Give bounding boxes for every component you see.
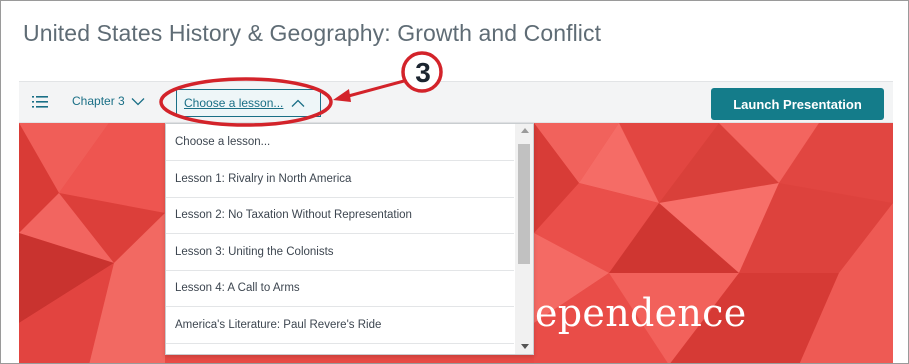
lesson-option[interactable]: Lesson 3: Uniting the Colonists xyxy=(166,234,514,271)
scroll-down-arrow-icon[interactable] xyxy=(521,344,529,349)
list-menu-icon[interactable] xyxy=(32,95,48,109)
lesson-option[interactable]: Choose a lesson... xyxy=(166,124,514,161)
chapter-label: Chapter 3 xyxy=(72,94,125,108)
banner-title: ependence xyxy=(535,291,747,335)
lesson-select[interactable]: Choose a lesson... xyxy=(176,89,321,117)
app-window: United States History & Geography: Growt… xyxy=(0,0,909,364)
lesson-option[interactable]: Lesson 1: Rivalry in North America xyxy=(166,161,514,198)
dropdown-scrollbar[interactable] xyxy=(515,124,533,354)
scroll-thumb[interactable] xyxy=(518,144,530,264)
launch-presentation-button[interactable]: Launch Presentation xyxy=(711,88,884,120)
lesson-dropdown-list: Choose a lesson... Lesson 1: Rivalry in … xyxy=(165,123,534,355)
chevron-up-icon xyxy=(291,99,305,107)
chevron-down-icon xyxy=(131,97,145,105)
toolbar: Chapter 3 Choose a lesson... Launch Pres… xyxy=(19,81,893,123)
scroll-up-arrow-icon[interactable] xyxy=(521,128,529,133)
lesson-option[interactable]: Lesson 4: A Call to Arms xyxy=(166,271,514,307)
step-number: 3 xyxy=(415,57,431,88)
lesson-option[interactable]: Lesson 2: No Taxation Without Representa… xyxy=(166,198,514,234)
lesson-select-value: Choose a lesson... xyxy=(184,96,284,110)
lesson-option[interactable]: America's Literature: Paul Revere's Ride xyxy=(166,307,514,344)
chapter-select[interactable]: Chapter 3 xyxy=(72,94,145,108)
page-title: United States History & Geography: Growt… xyxy=(23,20,602,46)
